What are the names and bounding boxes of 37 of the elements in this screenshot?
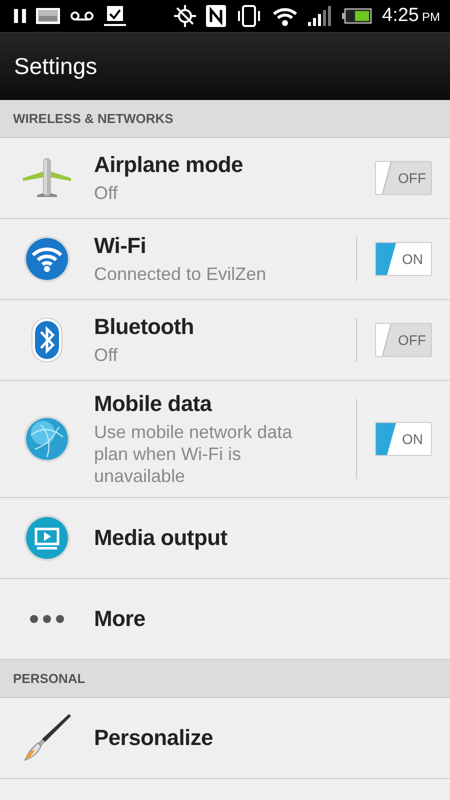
checkbox-icon <box>104 5 126 27</box>
media-output-icon <box>23 514 71 562</box>
setting-summary: Off <box>94 182 119 204</box>
wifi-signal-icon <box>272 5 298 27</box>
screen-title: Settings <box>14 53 98 80</box>
airplane-icon <box>21 156 73 200</box>
setting-title[interactable]: Airplane mode <box>94 152 357 178</box>
setting-title[interactable]: Bluetooth <box>94 314 356 340</box>
setting-title[interactable]: Mobile data <box>94 391 356 417</box>
section-header: PERSONAL <box>13 671 86 686</box>
toggle-switch[interactable]: ON <box>375 242 432 276</box>
signal-icon <box>308 6 332 26</box>
setting-title[interactable]: More <box>94 606 450 632</box>
clock-time: 4:25 <box>382 5 419 27</box>
setting-summary: Off <box>94 344 119 366</box>
clock-meridiem: PM <box>422 10 440 24</box>
wifi-icon <box>23 235 71 283</box>
nfc-icon <box>206 5 226 27</box>
bluetooth-icon <box>31 317 63 363</box>
setting-title[interactable]: Personalize <box>94 725 450 751</box>
more-icon <box>29 614 65 624</box>
globe-icon <box>23 415 71 463</box>
section-header: WIRELESS & NETWORKS <box>13 111 174 126</box>
pause-icon <box>14 9 26 23</box>
toggle-switch[interactable]: OFF <box>375 161 432 195</box>
voicemail-icon <box>70 11 94 21</box>
setting-title[interactable]: Media output <box>94 525 450 551</box>
toggle-switch[interactable]: ON <box>375 422 432 456</box>
setting-title[interactable]: Wi-Fi <box>94 233 356 259</box>
setting-summary: Connected to EvilZen <box>94 263 268 285</box>
battery-icon <box>342 8 372 24</box>
gps-off-icon <box>174 5 196 27</box>
vibrate-icon <box>236 5 262 27</box>
setting-summary: Use mobile network data plan when Wi-Fi is unavailable <box>94 421 294 487</box>
paintbrush-icon <box>21 712 73 764</box>
toggle-switch[interactable]: OFF <box>375 323 432 357</box>
image-icon <box>36 8 60 24</box>
